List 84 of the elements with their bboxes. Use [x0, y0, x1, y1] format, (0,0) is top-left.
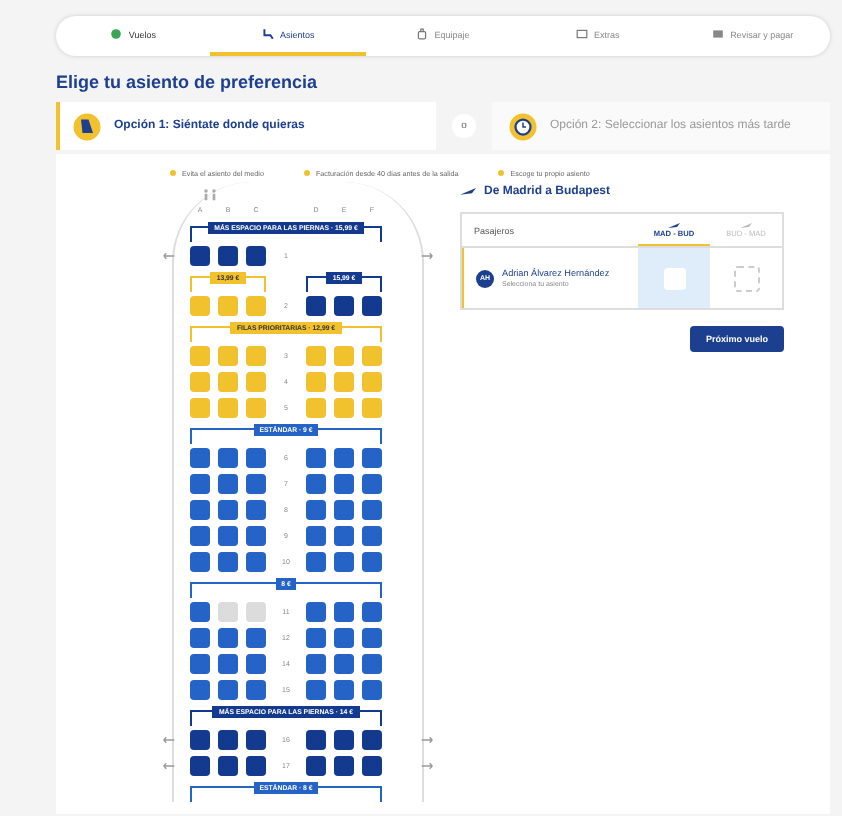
seat[interactable] [334, 653, 354, 673]
seat[interactable] [190, 601, 210, 621]
plane-icon [460, 186, 476, 198]
seat-icon [261, 28, 274, 40]
seat[interactable] [218, 653, 238, 673]
seat[interactable] [334, 551, 354, 571]
seat[interactable] [218, 729, 238, 749]
seat[interactable] [218, 551, 238, 571]
seat[interactable] [306, 627, 326, 647]
seat[interactable] [362, 729, 382, 749]
seat[interactable] [362, 653, 382, 673]
seat[interactable] [218, 679, 238, 699]
seat[interactable] [334, 679, 354, 699]
plane-icon [740, 221, 752, 229]
seat[interactable] [190, 499, 210, 519]
seat[interactable] [334, 473, 354, 493]
seat[interactable] [362, 525, 382, 545]
seat[interactable] [362, 447, 382, 467]
seat[interactable] [334, 601, 354, 621]
exit-arrow-icon [420, 736, 434, 744]
seat[interactable] [190, 755, 210, 775]
box-icon [576, 28, 589, 40]
seat[interactable] [246, 525, 266, 545]
seat[interactable] [306, 525, 326, 545]
seat[interactable] [334, 525, 354, 545]
seat[interactable] [334, 295, 354, 315]
seat[interactable] [218, 525, 238, 545]
seat[interactable] [362, 627, 382, 647]
suitcase-icon [416, 28, 429, 40]
card-icon [712, 28, 725, 40]
seat[interactable] [190, 627, 210, 647]
seat[interactable] [334, 627, 354, 647]
seat[interactable] [246, 499, 266, 519]
seat[interactable] [246, 447, 266, 467]
clock-badge-icon [508, 111, 538, 141]
seat[interactable] [246, 755, 266, 775]
seat[interactable] [306, 601, 326, 621]
seat[interactable] [246, 551, 266, 571]
seat[interactable] [334, 755, 354, 775]
seat[interactable] [218, 755, 238, 775]
plane-icon [668, 221, 680, 229]
seat[interactable] [246, 679, 266, 699]
seat[interactable] [334, 499, 354, 519]
seat[interactable] [362, 551, 382, 571]
seat[interactable] [190, 447, 210, 467]
seat[interactable] [362, 499, 382, 519]
seat[interactable] [306, 653, 326, 673]
seat[interactable] [362, 295, 382, 315]
seat[interactable] [218, 499, 238, 519]
seat[interactable] [306, 755, 326, 775]
seat[interactable] [246, 729, 266, 749]
seat[interactable] [246, 653, 266, 673]
seat[interactable] [190, 525, 210, 545]
seat-badge-icon [72, 111, 102, 141]
seat[interactable] [190, 473, 210, 493]
seat[interactable] [218, 627, 238, 647]
seat[interactable] [246, 627, 266, 647]
seat[interactable] [246, 245, 266, 265]
seat[interactable] [246, 473, 266, 493]
exit-arrow-icon [420, 762, 434, 770]
seat[interactable] [190, 729, 210, 749]
seat[interactable] [190, 551, 210, 571]
page-title: Elige tu asiento de preferencia [56, 72, 320, 92]
seat[interactable] [190, 245, 210, 265]
seat[interactable] [190, 653, 210, 673]
seat[interactable] [218, 473, 238, 493]
seat[interactable] [306, 295, 326, 315]
seat[interactable] [306, 679, 326, 699]
toilet-icon [202, 188, 218, 202]
seat[interactable] [306, 473, 326, 493]
seat[interactable] [334, 729, 354, 749]
seat[interactable] [362, 601, 382, 621]
seat[interactable] [362, 679, 382, 699]
seat[interactable] [306, 447, 326, 467]
seat[interactable] [306, 729, 326, 749]
seat[interactable] [306, 551, 326, 571]
seat[interactable] [306, 499, 326, 519]
seat[interactable] [218, 447, 238, 467]
exit-arrow-icon [420, 252, 434, 260]
seat[interactable] [334, 447, 354, 467]
seat[interactable] [190, 679, 210, 699]
seat[interactable] [362, 473, 382, 493]
seat[interactable] [218, 245, 238, 265]
seat[interactable] [362, 755, 382, 775]
